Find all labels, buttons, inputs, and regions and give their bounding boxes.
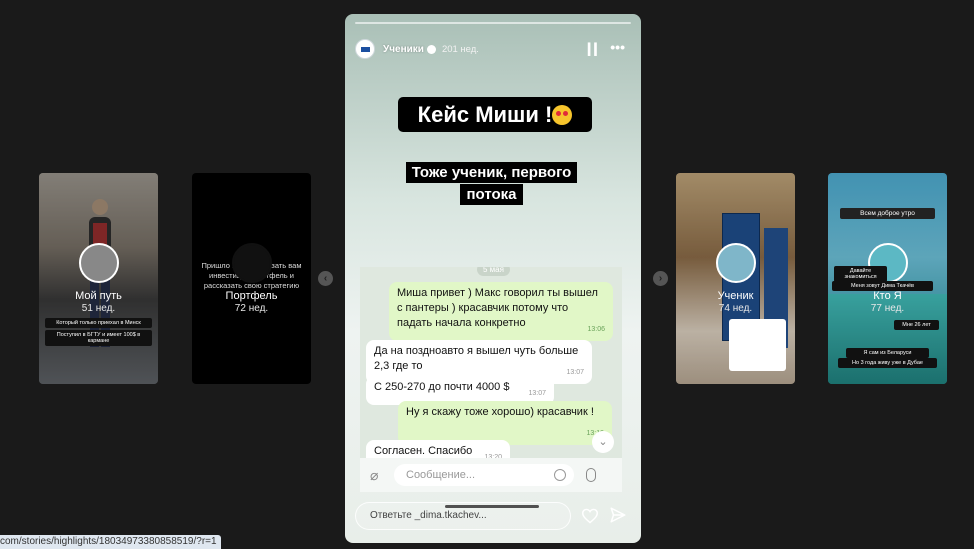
avatar[interactable]	[355, 39, 375, 59]
highlight-name: Кто Я	[873, 290, 902, 302]
stories-viewer: Мой путь 51 нед. Который только приехал …	[0, 0, 974, 549]
heart-icon[interactable]	[581, 508, 599, 524]
avatar	[78, 243, 119, 283]
story-subcaption: Тоже ученик, первого потока	[393, 162, 590, 206]
story-tag: Но 3 года живу уже в Дубае	[838, 358, 937, 368]
highlight-card-uchenik[interactable]: Ученик 74 нед.	[676, 173, 795, 384]
sticker-icon	[554, 469, 566, 481]
chat-input-field: Сообщение...	[394, 464, 574, 486]
send-icon[interactable]	[609, 506, 627, 524]
avatar	[231, 243, 272, 283]
chat-screenshot: 5 мая Миша привет ) Макс говорил ты выше…	[360, 267, 622, 492]
story-tag: Который только приехал в Минск	[45, 318, 152, 328]
story-time: 201 нед.	[441, 43, 479, 55]
story-tag: Всем доброе утро	[840, 208, 935, 219]
subcaption-text: Тоже ученик, первого потока	[405, 162, 578, 205]
reply-input[interactable]: Ответьте _dima.tkachev...	[355, 502, 571, 530]
highlight-card-moy-put[interactable]: Мой путь 51 нед. Который только приехал …	[39, 173, 158, 384]
attach-icon: ⌀	[370, 466, 379, 483]
verified-icon	[426, 44, 436, 54]
more-icon[interactable]: •••	[610, 39, 625, 55]
story-progress-bar	[355, 22, 631, 24]
status-url: com/stories/highlights/18034973380858519…	[0, 535, 221, 549]
highlight-name: Ученик	[717, 290, 754, 302]
highlight-age: 74 нед.	[718, 303, 753, 314]
next-arrow-icon[interactable]: ›	[653, 271, 668, 286]
scroll-down-icon: ⌄	[592, 431, 614, 453]
story-username[interactable]: Ученики	[383, 44, 424, 55]
story-tag: Я сам из Беларуси	[846, 348, 929, 358]
chat-message: Ну я скажу тоже хорошо) красавчик !13:19	[398, 401, 612, 445]
heart-eyes-emoji-icon	[552, 105, 573, 125]
story-tag: Давайте знакомиться	[834, 266, 887, 282]
story-tag: Поступил в БГТУ и имеет 100$ в кармане	[45, 330, 152, 346]
story-caption: Кейс Миши !	[398, 97, 592, 132]
highlight-age: 72 нед.	[234, 303, 269, 314]
chat-input-bar: ⌀ Сообщение...	[360, 458, 622, 492]
highlight-card-kto-ya[interactable]: Всем доброе утро Давайте знакомиться Мен…	[828, 173, 947, 384]
story-tag: Мне 26 лет	[894, 320, 939, 330]
prev-arrow-icon[interactable]: ‹	[318, 271, 333, 286]
avatar	[715, 243, 756, 283]
caption-text: Кейс Миши !	[417, 102, 553, 127]
mic-icon	[586, 468, 596, 482]
highlight-age: 51 нед.	[81, 303, 116, 314]
chat-date: 5 мая	[477, 267, 510, 276]
highlight-name: Портфель	[225, 290, 278, 302]
pause-icon[interactable]: ▎▎	[588, 43, 603, 56]
highlight-name: Мой путь	[75, 290, 122, 302]
poll-sticker	[729, 319, 786, 371]
highlight-card-portfel[interactable]: Пришло время показать вам инвестиции, по…	[192, 173, 311, 384]
active-story[interactable]: Ученики 201 нед. ▎▎ ••• Кейс Миши ! Тоже…	[345, 14, 641, 543]
chat-message: Миша привет ) Макс говорил ты вышел с па…	[389, 282, 613, 341]
highlight-age: 77 нед.	[870, 303, 905, 314]
